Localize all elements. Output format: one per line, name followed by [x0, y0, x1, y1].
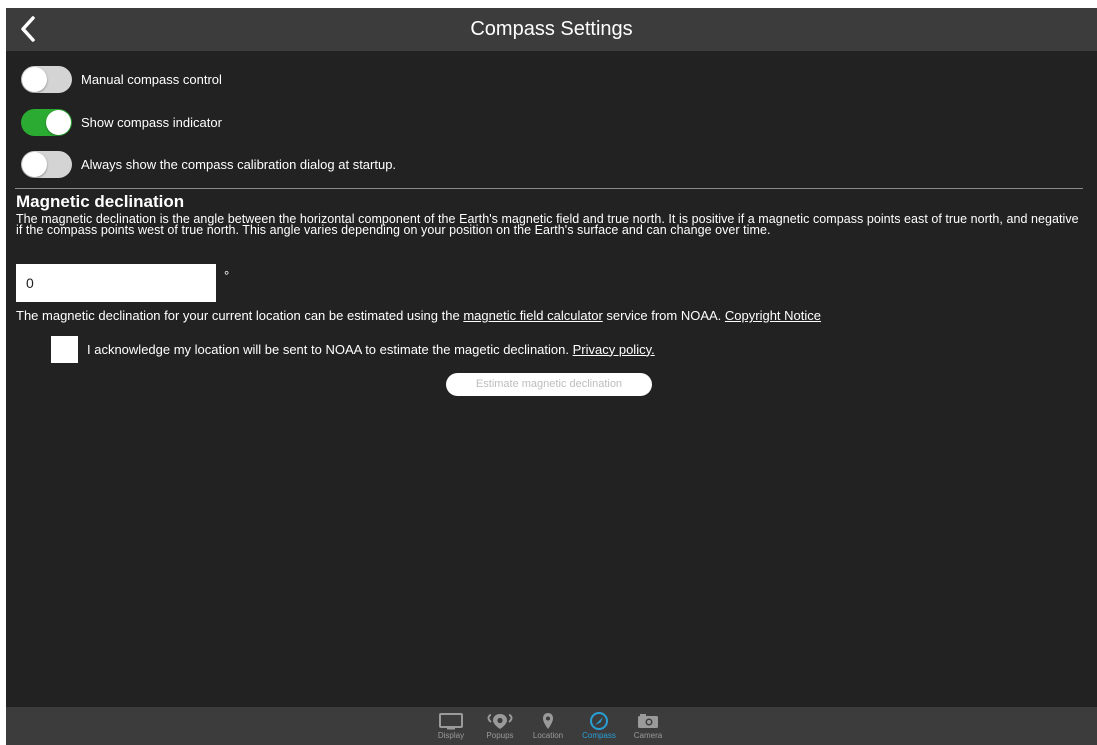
tab-compass[interactable]: Compass [571, 707, 627, 745]
toggle-knob [22, 151, 47, 177]
calibration-dialog-row: Always show the compass calibration dial… [21, 150, 396, 178]
estimate-note-prefix: The magnetic declination for your curren… [16, 308, 460, 323]
manual-compass-control-label: Manual compass control [81, 71, 222, 87]
camera-icon [638, 714, 658, 728]
show-compass-indicator-row: Show compass indicator [21, 108, 222, 136]
estimate-declination-button[interactable]: Estimate magnetic declination [446, 373, 652, 396]
section-divider [15, 188, 1083, 189]
tab-camera[interactable]: Camera [620, 707, 676, 745]
tab-location[interactable]: Location [520, 707, 576, 745]
acknowledge-row: I acknowledge my location will be sent t… [51, 335, 655, 363]
magnetic-field-calculator-link[interactable]: magnetic field calculator [463, 308, 602, 323]
acknowledge-checkbox[interactable] [51, 335, 78, 363]
compass-icon [590, 712, 608, 730]
header-bar: Compass Settings [6, 8, 1097, 51]
declination-input[interactable] [16, 264, 216, 302]
section-description: The magnetic declination is the angle be… [16, 212, 1079, 237]
compass-settings-screen: Compass Settings Manual compass control … [6, 8, 1097, 745]
show-compass-indicator-toggle[interactable] [21, 108, 72, 136]
estimate-note-suffix: service from NOAA. [606, 308, 722, 323]
calibration-dialog-toggle[interactable] [21, 150, 72, 178]
manual-compass-control-row: Manual compass control [21, 65, 222, 93]
acknowledge-text: I acknowledge my location will be sent t… [87, 341, 569, 357]
toggle-knob [46, 109, 71, 135]
calibration-dialog-label: Always show the compass calibration dial… [81, 156, 397, 172]
tab-display[interactable]: Display [423, 707, 479, 745]
tab-label: Location [532, 731, 564, 740]
tab-label: Camera [633, 731, 663, 740]
page-title: Compass Settings [470, 18, 633, 40]
copyright-notice-link[interactable]: Copyright Notice [725, 308, 821, 323]
display-icon [439, 713, 463, 730]
privacy-policy-link[interactable]: Privacy policy. [573, 342, 655, 357]
bottom-tab-bar: Display Popups Location Compass Camera [6, 707, 1097, 745]
estimate-note: The magnetic declination for your curren… [16, 308, 821, 323]
popups-icon [487, 714, 513, 729]
tab-label: Display [437, 731, 465, 740]
section-title: Magnetic declination [16, 192, 185, 211]
toggle-knob [22, 66, 47, 92]
acknowledge-label: I acknowledge my location will be sent t… [87, 342, 655, 357]
location-pin-icon [543, 713, 553, 729]
show-compass-indicator-label: Show compass indicator [81, 114, 222, 130]
manual-compass-control-toggle[interactable] [21, 65, 72, 93]
tab-label: Compass [582, 731, 616, 740]
degree-unit: ° [224, 268, 230, 283]
